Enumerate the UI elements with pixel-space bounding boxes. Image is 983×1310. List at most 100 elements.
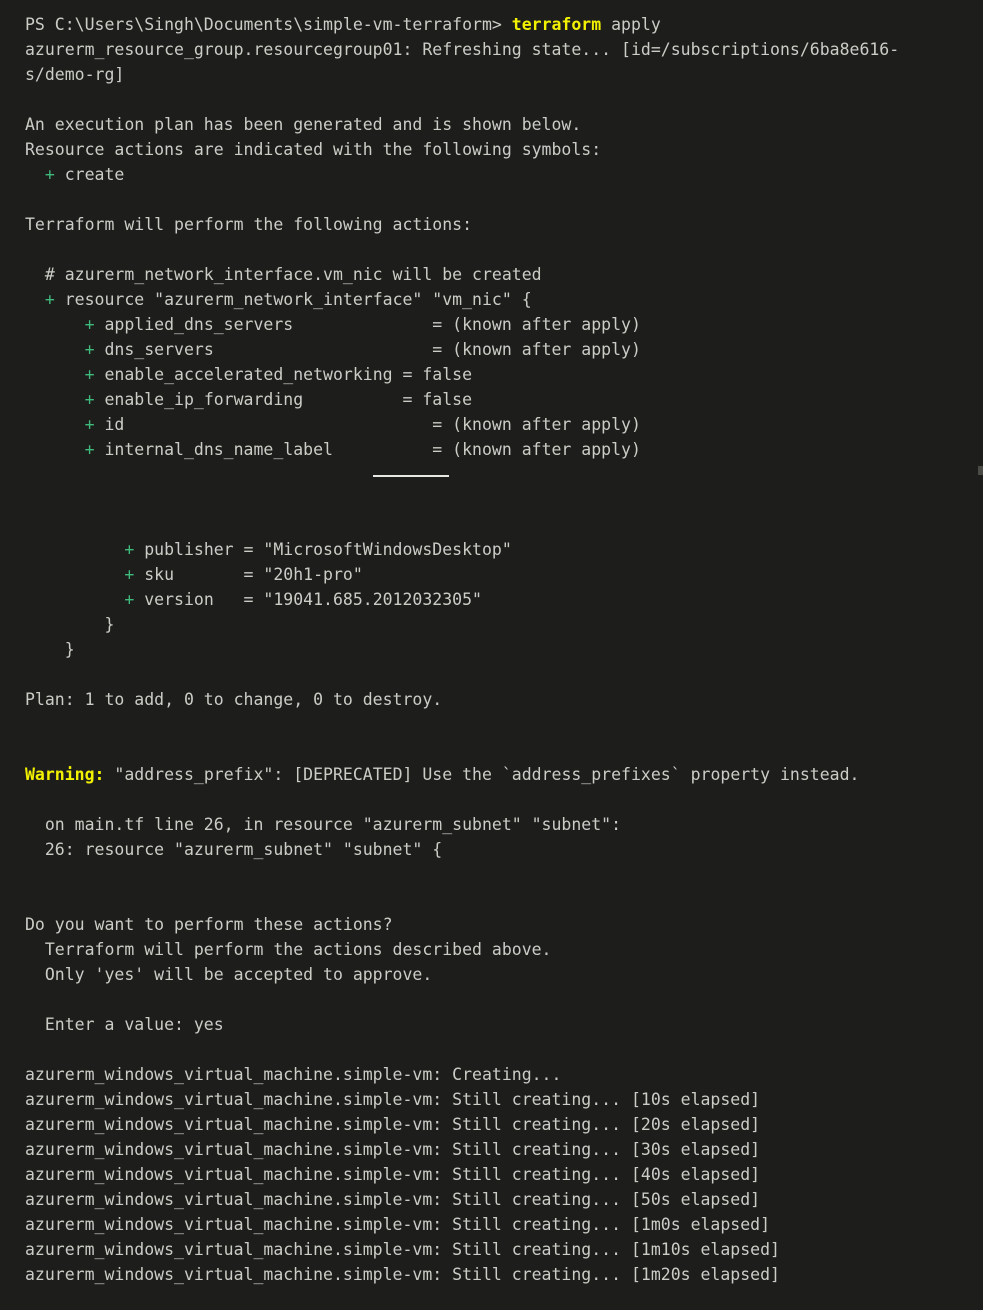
terminal-token: Do you want to perform these actions? bbox=[25, 915, 393, 934]
terminal-line: + id = (known after apply) bbox=[25, 412, 983, 437]
terminal-line: + resource "azurerm_network_interface" "… bbox=[25, 287, 983, 312]
terminal-token: + bbox=[84, 315, 95, 334]
terminal-token: } bbox=[25, 640, 75, 659]
terminal-line: # azurerm_network_interface.vm_nic will … bbox=[25, 262, 983, 287]
terminal-token: azurerm_windows_virtual_machine.simple-v… bbox=[25, 1090, 761, 1109]
terminal-token: sku = "20h1-pro" bbox=[134, 565, 363, 584]
terminal-token: + bbox=[84, 440, 95, 459]
terminal-token: azurerm_windows_virtual_machine.simple-v… bbox=[25, 1265, 780, 1284]
terminal-line: Do you want to perform these actions? bbox=[25, 912, 983, 937]
terminal-line: on main.tf line 26, in resource "azurerm… bbox=[25, 812, 983, 837]
terminal-line: Terraform will perform the actions descr… bbox=[25, 937, 983, 962]
terminal-line: + publisher = "MicrosoftWindowsDesktop" bbox=[25, 537, 983, 562]
terminal-token: azurerm_windows_virtual_machine.simple-v… bbox=[25, 1165, 761, 1184]
terminal-line: azurerm_windows_virtual_machine.simple-v… bbox=[25, 1137, 983, 1162]
terminal-token: + bbox=[84, 415, 95, 434]
terminal-line: azurerm_windows_virtual_machine.simple-v… bbox=[25, 1087, 983, 1112]
terminal-token: internal_dns_name_label = (known after a… bbox=[94, 440, 641, 459]
terminal-line: + dns_servers = (known after apply) bbox=[25, 337, 983, 362]
terminal-line: + applied_dns_servers = (known after app… bbox=[25, 312, 983, 337]
terminal-token: PS C:\Users\Singh\Documents\simple-vm-te… bbox=[25, 15, 512, 34]
text-selection-underline bbox=[373, 475, 449, 477]
terminal-token: resource "azurerm_network_interface" "vm… bbox=[54, 290, 532, 309]
terminal-line: Enter a value: yes bbox=[25, 1012, 983, 1037]
terminal-token: Terraform will perform the following act… bbox=[25, 215, 473, 234]
terminal-token: version = "19041.685.2012032305" bbox=[134, 590, 482, 609]
terminal-line: azurerm_windows_virtual_machine.simple-v… bbox=[25, 1187, 983, 1212]
terminal-token: + bbox=[124, 590, 135, 609]
terminal-token: "address_prefix": [DEPRECATED] Use the `… bbox=[104, 765, 860, 784]
terminal-token: enable_ip_forwarding = false bbox=[94, 390, 473, 409]
terminal-token: azurerm_resource_group.resourcegroup01: … bbox=[25, 40, 900, 59]
terminal-line: Warning: "address_prefix": [DEPRECATED] … bbox=[25, 762, 983, 787]
terminal-line: + enable_ip_forwarding = false bbox=[25, 387, 983, 412]
terminal-window[interactable]: PS C:\Users\Singh\Documents\simple-vm-te… bbox=[0, 0, 983, 1310]
terminal-token: + bbox=[44, 165, 55, 184]
terminal-token: enable_accelerated_networking = false bbox=[94, 365, 473, 384]
terminal-line: } bbox=[25, 637, 983, 662]
terminal-line: s/demo-rg] bbox=[25, 62, 983, 87]
terminal-token: + bbox=[124, 565, 135, 584]
terminal-token: Enter a value: yes bbox=[25, 1015, 224, 1034]
terminal-line: Resource actions are indicated with the … bbox=[25, 137, 983, 162]
terminal-output: PS C:\Users\Singh\Documents\simple-vm-te… bbox=[25, 12, 983, 1287]
terminal-line: + create bbox=[25, 162, 983, 187]
terminal-token: + bbox=[44, 290, 55, 309]
terminal-line: + sku = "20h1-pro" bbox=[25, 562, 983, 587]
terminal-token: Warning: bbox=[25, 765, 105, 784]
terminal-line: azurerm_windows_virtual_machine.simple-v… bbox=[25, 1112, 983, 1137]
terminal-token: azurerm_windows_virtual_machine.simple-v… bbox=[25, 1140, 761, 1159]
terminal-line: azurerm_resource_group.resourcegroup01: … bbox=[25, 37, 983, 62]
terminal-line: An execution plan has been generated and… bbox=[25, 112, 983, 137]
terminal-line: azurerm_windows_virtual_machine.simple-v… bbox=[25, 1212, 983, 1237]
terminal-token: dns_servers = (known after apply) bbox=[94, 340, 641, 359]
terminal-token: + bbox=[84, 340, 95, 359]
terminal-token: azurerm_windows_virtual_machine.simple-v… bbox=[25, 1115, 761, 1134]
terminal-token: azurerm_windows_virtual_machine.simple-v… bbox=[25, 1215, 771, 1234]
terminal-token: applied_dns_servers = (known after apply… bbox=[94, 315, 641, 334]
terminal-token: + bbox=[124, 540, 135, 559]
terminal-token: An execution plan has been generated and… bbox=[25, 115, 582, 134]
terminal-token: publisher = "MicrosoftWindowsDesktop" bbox=[134, 540, 512, 559]
terminal-line: } bbox=[25, 612, 983, 637]
terminal-line: + version = "19041.685.2012032305" bbox=[25, 587, 983, 612]
terminal-token: Terraform will perform the actions descr… bbox=[25, 940, 552, 959]
terminal-token: Only 'yes' will be accepted to approve. bbox=[25, 965, 433, 984]
terminal-line: Only 'yes' will be accepted to approve. bbox=[25, 962, 983, 987]
terminal-token: azurerm_windows_virtual_machine.simple-v… bbox=[25, 1065, 562, 1084]
terminal-token: azurerm_windows_virtual_machine.simple-v… bbox=[25, 1190, 761, 1209]
terminal-token: + bbox=[84, 365, 95, 384]
terminal-line: azurerm_windows_virtual_machine.simple-v… bbox=[25, 1062, 983, 1087]
terminal-token: # azurerm_network_interface.vm_nic will … bbox=[25, 265, 542, 284]
terminal-line: + internal_dns_name_label = (known after… bbox=[25, 437, 983, 462]
terminal-line: azurerm_windows_virtual_machine.simple-v… bbox=[25, 1262, 983, 1287]
terminal-token: Plan: 1 to add, 0 to change, 0 to destro… bbox=[25, 690, 443, 709]
terminal-token: } bbox=[25, 615, 115, 634]
terminal-line: azurerm_windows_virtual_machine.simple-v… bbox=[25, 1237, 983, 1262]
terminal-token: id = (known after apply) bbox=[94, 415, 641, 434]
terminal-token: create bbox=[54, 165, 125, 184]
scrollbar-thumb-mark[interactable] bbox=[978, 466, 983, 475]
terminal-token: azurerm_windows_virtual_machine.simple-v… bbox=[25, 1240, 780, 1259]
terminal-line: azurerm_windows_virtual_machine.simple-v… bbox=[25, 1162, 983, 1187]
